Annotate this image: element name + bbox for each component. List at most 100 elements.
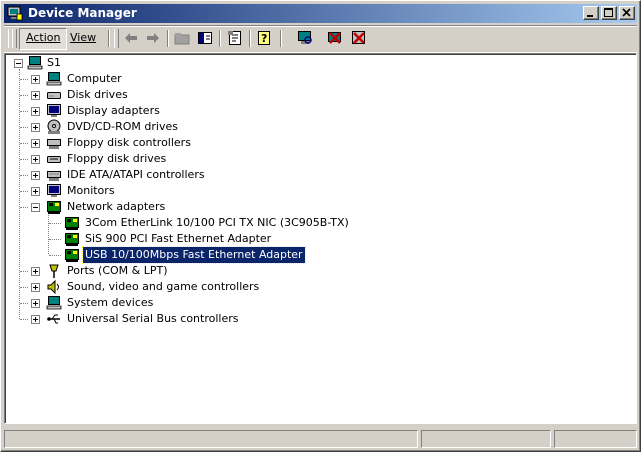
tree-root-row[interactable]: S1	[5, 55, 305, 71]
expand-toggle[interactable]	[31, 75, 40, 84]
plus-icon	[33, 285, 38, 290]
disable-device-button[interactable]	[326, 29, 344, 47]
expand-toggle[interactable]	[31, 171, 40, 180]
tree-item-dvd-cdrom[interactable]: DVD/CD-ROM drives	[5, 119, 405, 135]
expand-toggle[interactable]	[31, 283, 40, 292]
plus-icon	[33, 173, 38, 178]
uninstall-device-icon	[352, 31, 365, 44]
show-hide-tree-button[interactable]	[196, 29, 214, 47]
action-menu-label: Action	[26, 31, 61, 44]
help-button[interactable]: ?	[256, 29, 274, 47]
expand-toggle[interactable]	[31, 187, 40, 196]
tree-item-usb-ethernet[interactable]: USB 10/100Mbps Fast Ethernet Adapter	[5, 246, 505, 264]
ide-controller-icon	[47, 171, 61, 181]
network-adapter-icon	[47, 201, 61, 214]
toolbar: Action View ?	[4, 25, 637, 53]
category-label: Computer	[67, 72, 122, 85]
svg-text:?: ?	[261, 32, 267, 45]
tree-item-disk-drives[interactable]: Disk drives	[5, 87, 405, 103]
plus-icon	[33, 77, 38, 82]
tree-item-sound[interactable]: Sound, video and game controllers	[5, 279, 405, 295]
expand-toggle[interactable]	[31, 139, 40, 148]
tree-item-monitors[interactable]: Monitors	[5, 183, 405, 199]
title-bar[interactable]: Device Manager	[4, 4, 637, 23]
properties-button[interactable]	[226, 29, 244, 47]
expand-toggle[interactable]	[31, 267, 40, 276]
tree-item-floppy-drives[interactable]: Floppy disk drives	[5, 151, 405, 167]
view-menu[interactable]: View	[64, 28, 102, 48]
minus-icon	[16, 63, 21, 64]
sound-icon	[47, 279, 59, 295]
toolbar-grip-3[interactable]	[114, 29, 119, 48]
minimize-button[interactable]	[583, 6, 599, 20]
monitor-icon	[47, 184, 61, 197]
tree-connector	[20, 111, 28, 112]
computer-icon	[46, 72, 62, 86]
up-folder-button[interactable]	[173, 29, 191, 47]
category-label: Floppy disk drives	[67, 152, 167, 165]
tree-item-sis-900[interactable]: SiS 900 PCI Fast Ethernet Adapter	[5, 231, 505, 247]
tree-root-label: S1	[47, 56, 61, 69]
computer-icon	[27, 56, 43, 70]
back-arrow-icon	[125, 33, 137, 43]
help-icon: ?	[258, 31, 270, 45]
tree-item-computer[interactable]: Computer	[5, 71, 405, 87]
maximize-icon	[604, 8, 613, 17]
tree-connector	[49, 255, 61, 256]
tree-item-usb-controllers[interactable]: Universal Serial Bus controllers	[5, 311, 405, 327]
plus-icon	[33, 269, 38, 274]
close-button[interactable]	[619, 6, 635, 20]
network-adapter-icon	[65, 249, 79, 262]
floppy-drive-icon	[47, 156, 61, 163]
expand-toggle[interactable]	[31, 299, 40, 308]
scan-hardware-icon	[298, 31, 312, 44]
tree-connector	[20, 159, 28, 160]
device-label: 3Com EtherLink 10/100 PCI TX NIC (3C905B…	[85, 216, 349, 229]
tree-item-network-adapters[interactable]: Network adapters	[5, 199, 405, 215]
category-label: Monitors	[67, 184, 115, 197]
expand-toggle[interactable]	[31, 123, 40, 132]
properties-icon	[228, 31, 241, 45]
uninstall-device-button[interactable]	[350, 29, 368, 47]
tree-item-display-adapters[interactable]: Display adapters	[5, 103, 405, 119]
tree-connector	[20, 95, 28, 96]
tree-connector	[20, 319, 28, 320]
plus-icon	[33, 109, 38, 114]
expand-toggle[interactable]	[31, 107, 40, 116]
action-menu[interactable]: Action	[19, 28, 68, 50]
collapse-toggle[interactable]	[14, 59, 23, 68]
expand-toggle[interactable]	[31, 91, 40, 100]
tree-connector	[20, 191, 28, 192]
minus-icon	[33, 207, 38, 208]
disk-drive-icon	[47, 92, 61, 99]
category-label: Universal Serial Bus controllers	[67, 312, 239, 325]
tree-connector	[20, 287, 28, 288]
tree-connector	[49, 223, 61, 224]
network-adapter-icon	[65, 217, 79, 230]
collapse-toggle[interactable]	[31, 203, 40, 212]
device-tree-pane[interactable]: S1 Computer Disk drives Display adapters…	[4, 53, 637, 424]
tree-item-system-devices[interactable]: System devices	[5, 295, 405, 311]
expand-toggle[interactable]	[31, 155, 40, 164]
expand-toggle[interactable]	[31, 315, 40, 324]
tree-connector	[20, 127, 28, 128]
disable-device-icon	[328, 32, 341, 44]
device-manager-icon	[7, 6, 23, 21]
back-button[interactable]	[122, 29, 140, 47]
tree-item-ide-controllers[interactable]: IDE ATA/ATAPI controllers	[5, 167, 405, 183]
forward-button[interactable]	[144, 29, 162, 47]
scan-hardware-button[interactable]	[296, 29, 314, 47]
tree-connector	[20, 207, 28, 208]
category-label: Floppy disk controllers	[67, 136, 191, 149]
plus-icon	[33, 93, 38, 98]
forward-arrow-icon	[147, 33, 159, 43]
plus-icon	[33, 125, 38, 130]
tree-connector	[20, 303, 28, 304]
maximize-button[interactable]	[601, 6, 617, 20]
system-device-icon	[46, 296, 62, 310]
tree-item-ports[interactable]: Ports (COM & LPT)	[5, 263, 405, 279]
status-pane-main	[4, 430, 418, 448]
tree-item-floppy-controllers[interactable]: Floppy disk controllers	[5, 135, 405, 151]
tree-item-3com-nic[interactable]: 3Com EtherLink 10/100 PCI TX NIC (3C905B…	[5, 215, 505, 231]
toolbar-grip-2[interactable]	[12, 29, 17, 48]
